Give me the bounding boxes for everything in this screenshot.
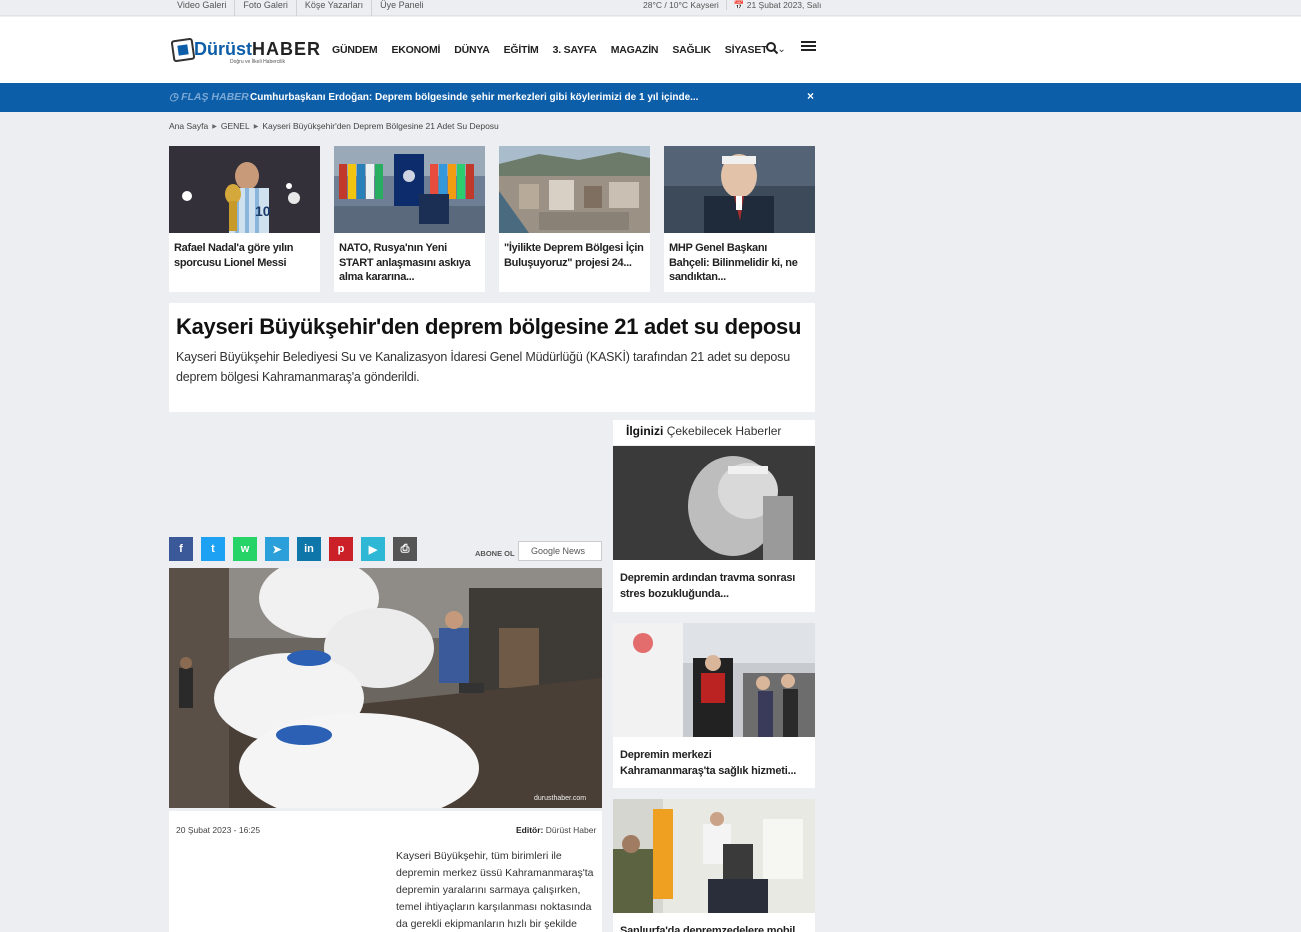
weather-text: 28°C / 10°C Kayseri <box>643 0 719 10</box>
search-icon[interactable] <box>765 41 779 55</box>
news-card-image <box>334 146 485 233</box>
nav-egitim[interactable]: EĞİTİM <box>504 44 539 56</box>
article-editor: Editör: Dürüst Haber <box>516 825 597 835</box>
nav-siyaset[interactable]: SİYASET <box>725 44 768 56</box>
photo-gallery-link[interactable]: Foto Galeri <box>235 0 297 16</box>
top-links: Video Galeri Foto Galeri Köşe Yazarları … <box>169 0 432 16</box>
nav-3-sayfa[interactable]: 3. SAYFA <box>553 44 597 56</box>
article-summary: Kayseri Büyükşehir Belediyesi Su ve Kana… <box>176 350 790 384</box>
nav-ekonomi[interactable]: EKONOMİ <box>391 44 440 56</box>
columnists-link[interactable]: Köşe Yazarları <box>297 0 373 16</box>
close-icon[interactable]: × <box>807 89 814 103</box>
article-main-image: durusthaber.com <box>169 568 602 808</box>
svg-text:10: 10 <box>255 203 271 219</box>
twitter-icon[interactable]: t <box>201 537 225 561</box>
news-card-title: NATO, Rusya'nın Yeni START anlaşmasını a… <box>339 242 471 283</box>
news-card-image <box>664 146 815 233</box>
site-header: DürüstHABER Doğru ve İlkeli Habercilik G… <box>0 17 1301 83</box>
related-news-heading: İlginizi Çekebilecek Haberler <box>613 420 815 445</box>
print-icon[interactable]: ⎙ <box>393 537 417 561</box>
member-panel-link[interactable]: Üye Paneli <box>372 0 432 16</box>
breadcrumb-arrow-icon: ▶ <box>253 123 259 130</box>
news-card-title: MHP Genel Başkanı Bahçeli: Bilinmelidir … <box>669 242 798 283</box>
article-header: Kayseri Büyükşehir'den deprem bölgesine … <box>169 303 815 412</box>
nav-gundem[interactable]: GÜNDEM <box>332 44 378 56</box>
flash-news-bar: ◷ FLAŞ HABER Cumhurbaşkanı Erdoğan: Depr… <box>0 83 1301 112</box>
news-card[interactable]: "İyilikte Deprem Bölgesi İçin Buluşuyoru… <box>499 146 650 292</box>
pinterest-icon[interactable]: p <box>329 537 353 561</box>
flash-news-label: ◷ FLAŞ HABER <box>169 91 249 103</box>
date-text: 21 Şubat 2023, Salı <box>746 0 822 10</box>
image-watermark: durusthaber.com <box>534 795 586 802</box>
top-utility-bar: Video Galeri Foto Galeri Köşe Yazarları … <box>0 0 1301 16</box>
news-card-image: 10 <box>169 146 320 233</box>
date-display: 📅 21 Şubat 2023, Salı <box>725 0 829 10</box>
logo-text: DürüstHABER <box>194 39 322 59</box>
news-card[interactable]: MHP Genel Başkanı Bahçeli: Bilinmelidir … <box>664 146 815 292</box>
news-card-title: "İyilikte Deprem Bölgesi İçin Buluşuyoru… <box>504 242 644 269</box>
nav-dunya[interactable]: DÜNYA <box>454 44 490 56</box>
news-card[interactable]: 10 Rafael Nadal'a göre yılın sporcusu Li… <box>169 146 320 292</box>
top-info: 28°C / 10°C Kayseri 📅 21 Şubat 2023, Sal… <box>636 0 828 10</box>
news-card-title: Rafael Nadal'a göre yılın sporcusu Lione… <box>174 242 294 269</box>
logo-tagline: Doğru ve İlkeli Habercilik <box>230 59 286 65</box>
flash-news-text[interactable]: Cumhurbaşkanı Erdoğan: Deprem bölgesinde… <box>250 92 698 103</box>
breadcrumb-category[interactable]: GENEL <box>221 121 250 131</box>
share-bar: f t w ➤ in p ▶ ⎙ <box>169 537 417 561</box>
nav-magazin[interactable]: MAGAZİN <box>611 44 659 56</box>
article-body-text: Kayseri Büyükşehir, tüm birimleri ile de… <box>396 848 600 932</box>
article-title: Kayseri Büyükşehir'den deprem bölgesine … <box>176 314 802 339</box>
related-news-item[interactable]: Şanlıurfa'da depremzedelere mobil <box>613 799 815 932</box>
related-news-title: Depremin ardından travma sonrası stres b… <box>620 572 796 600</box>
related-news-item[interactable]: Depremin merkezi Kahramanmaraş'ta sağlık… <box>613 623 815 788</box>
breadcrumb: Ana Sayfa ▶ GENEL ▶ Kayseri Büyükşehir'd… <box>169 121 499 131</box>
hamburger-menu-icon[interactable] <box>801 41 816 53</box>
related-news-image <box>613 623 815 737</box>
news-card[interactable]: NATO, Rusya'nın Yeni START anlaşmasını a… <box>334 146 485 292</box>
video-gallery-link[interactable]: Video Galeri <box>169 0 236 16</box>
breadcrumb-arrow-icon: ▶ <box>212 123 217 130</box>
related-news-image <box>613 446 815 560</box>
linkedin-icon[interactable]: in <box>297 537 321 561</box>
related-news-title: Şanlıurfa'da depremzedelere mobil <box>620 925 796 932</box>
related-news-title: Depremin merkezi Kahramanmaraş'ta sağlık… <box>620 749 797 777</box>
article-date: 20 Şubat 2023 - 16:25 <box>176 825 261 835</box>
news-card-image <box>499 146 650 233</box>
google-news-label: Google News <box>531 546 586 556</box>
nav-saglik[interactable]: SAĞLIK <box>672 44 711 56</box>
subscribe-label: ABONE OL <box>475 549 515 558</box>
whatsapp-icon[interactable]: w <box>233 537 257 561</box>
facebook-icon[interactable]: f <box>169 537 193 561</box>
related-news-item[interactable]: Depremin ardından travma sonrası stres b… <box>613 446 815 612</box>
logo-mark-icon <box>170 37 196 63</box>
flipboard-icon[interactable]: ▶ <box>361 537 385 561</box>
site-logo[interactable]: DürüstHABER Doğru ve İlkeli Habercilik <box>170 37 320 67</box>
main-nav: GÜNDEM EKONOMİ DÜNYA EĞİTİM 3. SAYFA MAG… <box>332 44 786 56</box>
telegram-icon[interactable]: ➤ <box>265 537 289 561</box>
breadcrumb-home[interactable]: Ana Sayfa <box>169 121 208 131</box>
breadcrumb-current: Kayseri Büyükşehir'den Deprem Bölgesine … <box>262 121 499 131</box>
google-news-button[interactable]: Google News <box>518 541 602 561</box>
related-news-image <box>613 799 815 913</box>
